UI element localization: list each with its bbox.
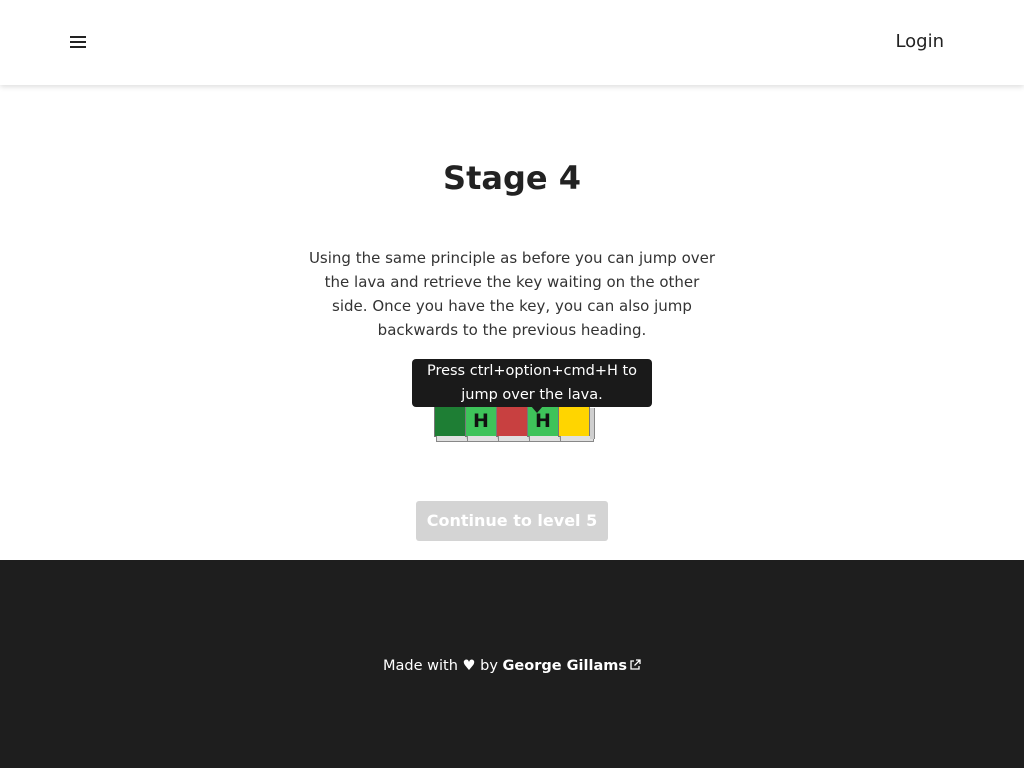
footer: Made with ♥ by George Gillams — [0, 560, 1024, 768]
tile-start — [434, 405, 471, 442]
page-title: Stage 4 — [443, 159, 581, 197]
level-board: Press ctrl+option+cmd+H to jump over the… — [412, 359, 652, 449]
stage-instructions: Using the same principle as before you c… — [308, 249, 716, 339]
tile-row: HH — [434, 405, 604, 445]
tile-heading: H — [465, 405, 502, 442]
top-header: Login — [0, 0, 1024, 85]
hamburger-menu-icon — [70, 36, 86, 48]
heart-icon: ♥ — [462, 658, 476, 674]
tile-lava — [496, 405, 533, 442]
main-content: Stage 4 Using the same principle as befo… — [0, 85, 1024, 560]
tooltip-arrow — [531, 406, 543, 413]
author-name: George Gillams — [502, 658, 627, 674]
author-link[interactable]: George Gillams — [503, 658, 641, 674]
tile-key — [558, 405, 595, 442]
menu-button[interactable] — [64, 30, 92, 54]
login-link[interactable]: Login — [895, 29, 944, 55]
footer-credit: Made with ♥ by George Gillams — [0, 656, 1024, 676]
hint-tooltip: Press ctrl+option+cmd+H to jump over the… — [412, 359, 652, 407]
made-with-text: Made with — [383, 658, 458, 674]
by-text: by — [480, 658, 498, 674]
external-link-icon — [630, 659, 641, 670]
continue-button[interactable]: Continue to level 5 — [416, 501, 608, 541]
